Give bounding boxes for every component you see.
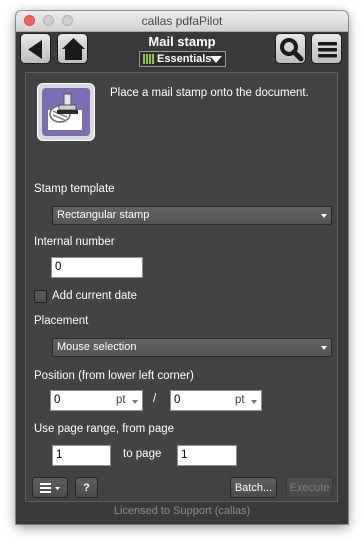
essentials-bars-icon [143, 54, 155, 64]
page-range-to-field[interactable]: 1 [177, 445, 237, 466]
execute-button-label: Execute [289, 482, 330, 494]
chevron-down-icon [321, 346, 327, 350]
stamp-template-select[interactable]: Rectangular stamp [52, 206, 332, 225]
page-range-from-value: 1 [56, 449, 63, 461]
chevron-down-icon [210, 56, 222, 63]
page-range-from-field[interactable]: 1 [52, 445, 111, 466]
magnifier-icon [280, 38, 304, 62]
menu-button[interactable] [311, 33, 342, 64]
add-current-date-label: Add current date [52, 290, 138, 302]
position-y-field[interactable]: 0 pt [170, 390, 262, 411]
batch-button-label: Batch... [234, 482, 273, 494]
stamp-template-value: Rectangular stamp [57, 209, 150, 221]
search-button[interactable] [275, 33, 306, 64]
add-current-date-checkbox[interactable] [34, 290, 47, 303]
back-button[interactable] [20, 33, 51, 64]
pane-title: Mail stamp [148, 34, 216, 49]
toolbar: Mail stamp Essentials [16, 32, 348, 70]
profile-dropdown-label: Essentials [157, 53, 212, 65]
position-x-unit[interactable]: pt [116, 394, 126, 406]
position-separator: / [153, 393, 157, 405]
mail-stamp-panel: Place a mail stamp onto the document. St… [25, 72, 338, 502]
mail-stamp-icon [37, 83, 95, 141]
page-range-to-value: 1 [181, 449, 188, 461]
chevron-down-icon [251, 400, 257, 404]
help-button-label: ? [83, 482, 90, 494]
internal-number-label: Internal number [34, 236, 115, 248]
placement-label: Placement [34, 315, 89, 327]
chevron-down-icon [132, 400, 138, 404]
hamburger-menu-icon [318, 42, 337, 58]
execute-button[interactable]: Execute [286, 477, 333, 498]
position-label: Position (from lower left corner) [34, 370, 194, 382]
internal-number-field[interactable]: 0 [51, 257, 143, 278]
list-menu-icon [40, 483, 60, 493]
position-y-unit[interactable]: pt [235, 394, 245, 406]
license-status: Licensed to Support (callas) [113, 505, 251, 517]
options-menu-button[interactable] [32, 477, 68, 498]
title-bar: callas pdfaPilot [16, 11, 348, 32]
position-x-field[interactable]: 0 pt [50, 390, 143, 411]
tool-description: Place a mail stamp onto the document. [110, 87, 309, 99]
placement-select[interactable]: Mouse selection [52, 338, 332, 357]
profile-dropdown[interactable]: Essentials [139, 51, 226, 67]
home-icon [62, 38, 85, 60]
page-range-to-label: to page [123, 448, 162, 460]
app-window: callas pdfaPilot Mail stamp Essentials P… [16, 11, 348, 524]
internal-number-value: 0 [55, 261, 62, 273]
window-title: callas pdfaPilot [141, 14, 223, 28]
position-y-value: 0 [174, 394, 181, 406]
page-range-label: Use page range, from page [34, 423, 175, 435]
stamp-template-label: Stamp template [34, 183, 115, 195]
position-x-value: 0 [54, 394, 61, 406]
chevron-down-icon [321, 214, 327, 218]
back-arrow-icon [28, 40, 42, 59]
placement-value: Mouse selection [57, 341, 137, 353]
home-button[interactable] [57, 33, 88, 64]
help-button[interactable]: ? [75, 477, 98, 498]
batch-button[interactable]: Batch... [230, 477, 277, 498]
